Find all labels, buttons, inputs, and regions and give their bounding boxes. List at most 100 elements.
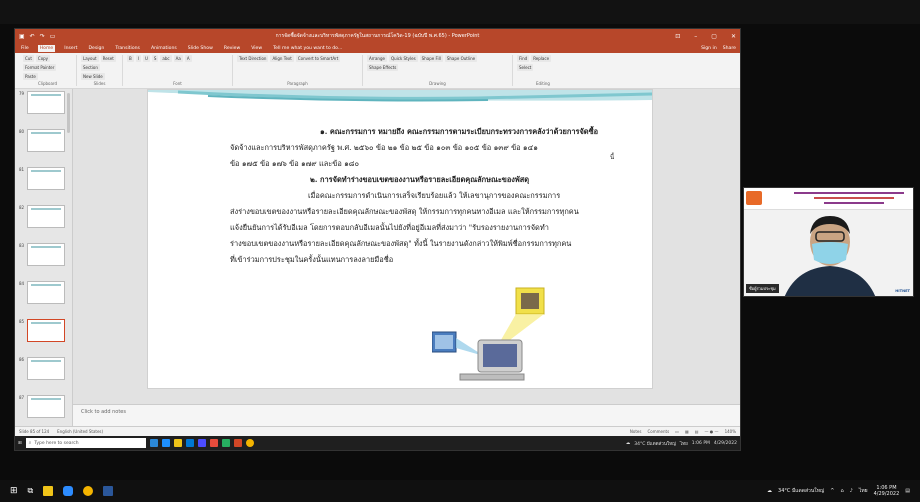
redo-icon[interactable]: ↷ [40, 33, 45, 40]
zoom-level[interactable]: 140% [725, 429, 736, 434]
inner-search-box[interactable]: ⌕ Type here to search [25, 438, 146, 448]
reset-button[interactable]: Reset [100, 55, 116, 62]
inner-lang[interactable]: ไทย [680, 440, 688, 447]
close-icon[interactable]: ✕ [731, 33, 736, 40]
language-indicator[interactable]: English (United States) [57, 429, 103, 434]
change-case-button[interactable]: Aa [173, 55, 183, 62]
chevron-up-icon[interactable]: ^ [830, 488, 834, 494]
font-color-button[interactable]: A [184, 55, 192, 62]
inner-weather[interactable]: 34°C มีแดดส่วนใหญ่ [634, 440, 676, 447]
zoom-icon[interactable] [63, 486, 74, 496]
tab-insert[interactable]: Insert [62, 45, 79, 52]
notes-pane[interactable]: Click to add notes [73, 404, 740, 426]
zoom-icon[interactable] [197, 439, 206, 447]
text-direction-button[interactable]: Text Direction [237, 55, 269, 62]
computer-clipart [432, 287, 545, 381]
task-view-icon[interactable]: ⧉ [28, 486, 34, 496]
shadow-button[interactable]: S [151, 55, 159, 62]
inner-taskbar: ⊞ ⌕ Type here to search ☁ 34°C มีแดดส่วน… [15, 436, 740, 450]
windows-start-icon[interactable]: ⊞ [18, 441, 22, 446]
clock[interactable]: 1:06 PM 4/29/2022 [874, 485, 900, 497]
undo-icon[interactable]: ↶ [30, 33, 35, 40]
strikethrough-button[interactable]: abc [160, 55, 172, 62]
line-icon[interactable] [221, 439, 230, 447]
slide-text-line-1: ๑. คณะกรรมการ หมายถึง คณะกรรมการตามระเบี… [320, 127, 599, 136]
thumbnail-scrollbar[interactable] [67, 93, 70, 133]
maximize-icon[interactable]: ▢ [711, 33, 717, 40]
inner-time[interactable]: 1:06 PM [692, 441, 710, 446]
top-black-strip [0, 0, 920, 24]
underline-button[interactable]: U [142, 55, 150, 62]
paste-button[interactable]: Paste [23, 73, 38, 80]
partner-logo: HITNET [895, 289, 910, 293]
network-icon[interactable]: ⌂ [840, 488, 843, 494]
arrange-button[interactable]: Arrange [367, 55, 387, 62]
slide-preview [27, 281, 65, 304]
tab-file[interactable]: File [19, 45, 31, 52]
slide-text-line-5: เมื่อคณะกรรมการดำเนินการเสร็จเรียบร้อยแล… [308, 191, 561, 200]
file-explorer-icon[interactable] [43, 486, 54, 496]
shape-effects-button[interactable]: Shape Effects [367, 64, 399, 71]
ribbon-options-icon[interactable]: ⊡ [675, 33, 680, 40]
tab-review[interactable]: Review [222, 45, 242, 52]
format-painter-button[interactable]: Format Painter [23, 64, 57, 71]
new-slide-button[interactable]: New Slide [81, 73, 105, 80]
reading-view-icon[interactable]: ▤ [695, 429, 699, 434]
share-button[interactable]: Share [723, 46, 736, 51]
slide-preview [27, 91, 65, 114]
comments-button[interactable]: Comments [647, 429, 669, 434]
slide-text-line-8: ร่างขอบเขตของงานหรือรายละเอียดคุณลักษณะข… [230, 239, 572, 248]
select-button[interactable]: Select [517, 64, 534, 71]
shape-outline-button[interactable]: Shape Outline [444, 55, 478, 62]
section-button[interactable]: Section [81, 64, 100, 71]
chrome-icon[interactable] [245, 439, 254, 447]
weather-text[interactable]: 34°C มีแดดส่วนใหญ่ [778, 487, 824, 495]
clipboard-group: Cut Copy Format Painter Paste Clipboard [19, 55, 77, 86]
slide-number: 87 [19, 395, 25, 400]
shape-fill-button[interactable]: Shape Fill [419, 55, 443, 62]
powerpoint-icon[interactable] [233, 439, 242, 447]
task-view-icon[interactable] [149, 439, 158, 447]
replace-button[interactable]: Replace [531, 55, 552, 62]
align-text-button[interactable]: Align Text [270, 55, 294, 62]
volume-icon[interactable]: ♪ [850, 488, 853, 494]
tab-view[interactable]: View [249, 45, 264, 52]
minimize-icon[interactable]: – [694, 33, 697, 40]
language-indicator[interactable]: ไทย [859, 487, 868, 495]
word-icon[interactable] [103, 486, 114, 496]
sign-in-link[interactable]: Sign in [701, 46, 717, 51]
bold-button[interactable]: B [127, 55, 134, 62]
zoom-slider[interactable]: — ● — [705, 429, 719, 434]
smartart-button[interactable]: Convert to SmartArt [295, 55, 341, 62]
banner-text-line [814, 197, 894, 199]
inner-date[interactable]: 4/29/2022 [714, 441, 737, 446]
notifications-icon[interactable]: ▤ [905, 488, 910, 494]
slide-number: 86 [19, 357, 25, 362]
tab-home[interactable]: Home [37, 44, 56, 52]
tab-design[interactable]: Design [86, 45, 106, 52]
slide-sorter-icon[interactable]: ▦ [685, 429, 689, 434]
copy-button[interactable]: Copy [35, 55, 51, 62]
layout-button[interactable]: Layout [81, 55, 99, 62]
tab-animations[interactable]: Animations [149, 45, 179, 52]
quick-styles-button[interactable]: Quick Styles [388, 55, 418, 62]
window-controls: ⊡ – ▢ ✕ [675, 33, 736, 40]
store-icon[interactable] [185, 439, 194, 447]
notes-button[interactable]: Notes [630, 429, 642, 434]
tab-slide-show[interactable]: Slide Show [186, 45, 215, 52]
italic-button[interactable]: I [135, 55, 141, 62]
normal-view-icon[interactable]: ▭ [675, 429, 679, 434]
save-icon[interactable]: ▣ [19, 33, 25, 40]
find-button[interactable]: Find [517, 55, 530, 62]
cut-button[interactable]: Cut [23, 55, 34, 62]
chrome-icon[interactable] [83, 486, 94, 496]
slide-text-line-2: จัดจ้างและการบริหารพัสดุภาครัฐ พ.ศ. ๒๕๖๐… [230, 143, 538, 152]
edge-icon[interactable] [161, 439, 170, 447]
tab-transitions[interactable]: Transitions [113, 45, 142, 52]
office-icon[interactable] [209, 439, 218, 447]
file-explorer-icon[interactable] [173, 439, 182, 447]
windows-start-icon[interactable]: ⊞ [10, 486, 18, 496]
slideshow-icon[interactable]: ▭ [50, 33, 56, 40]
tell-me-box[interactable]: Tell me what you want to do... [271, 45, 344, 52]
video-call-tile: ชื่อผู้ร่วมประชุม HITNET [743, 187, 914, 297]
